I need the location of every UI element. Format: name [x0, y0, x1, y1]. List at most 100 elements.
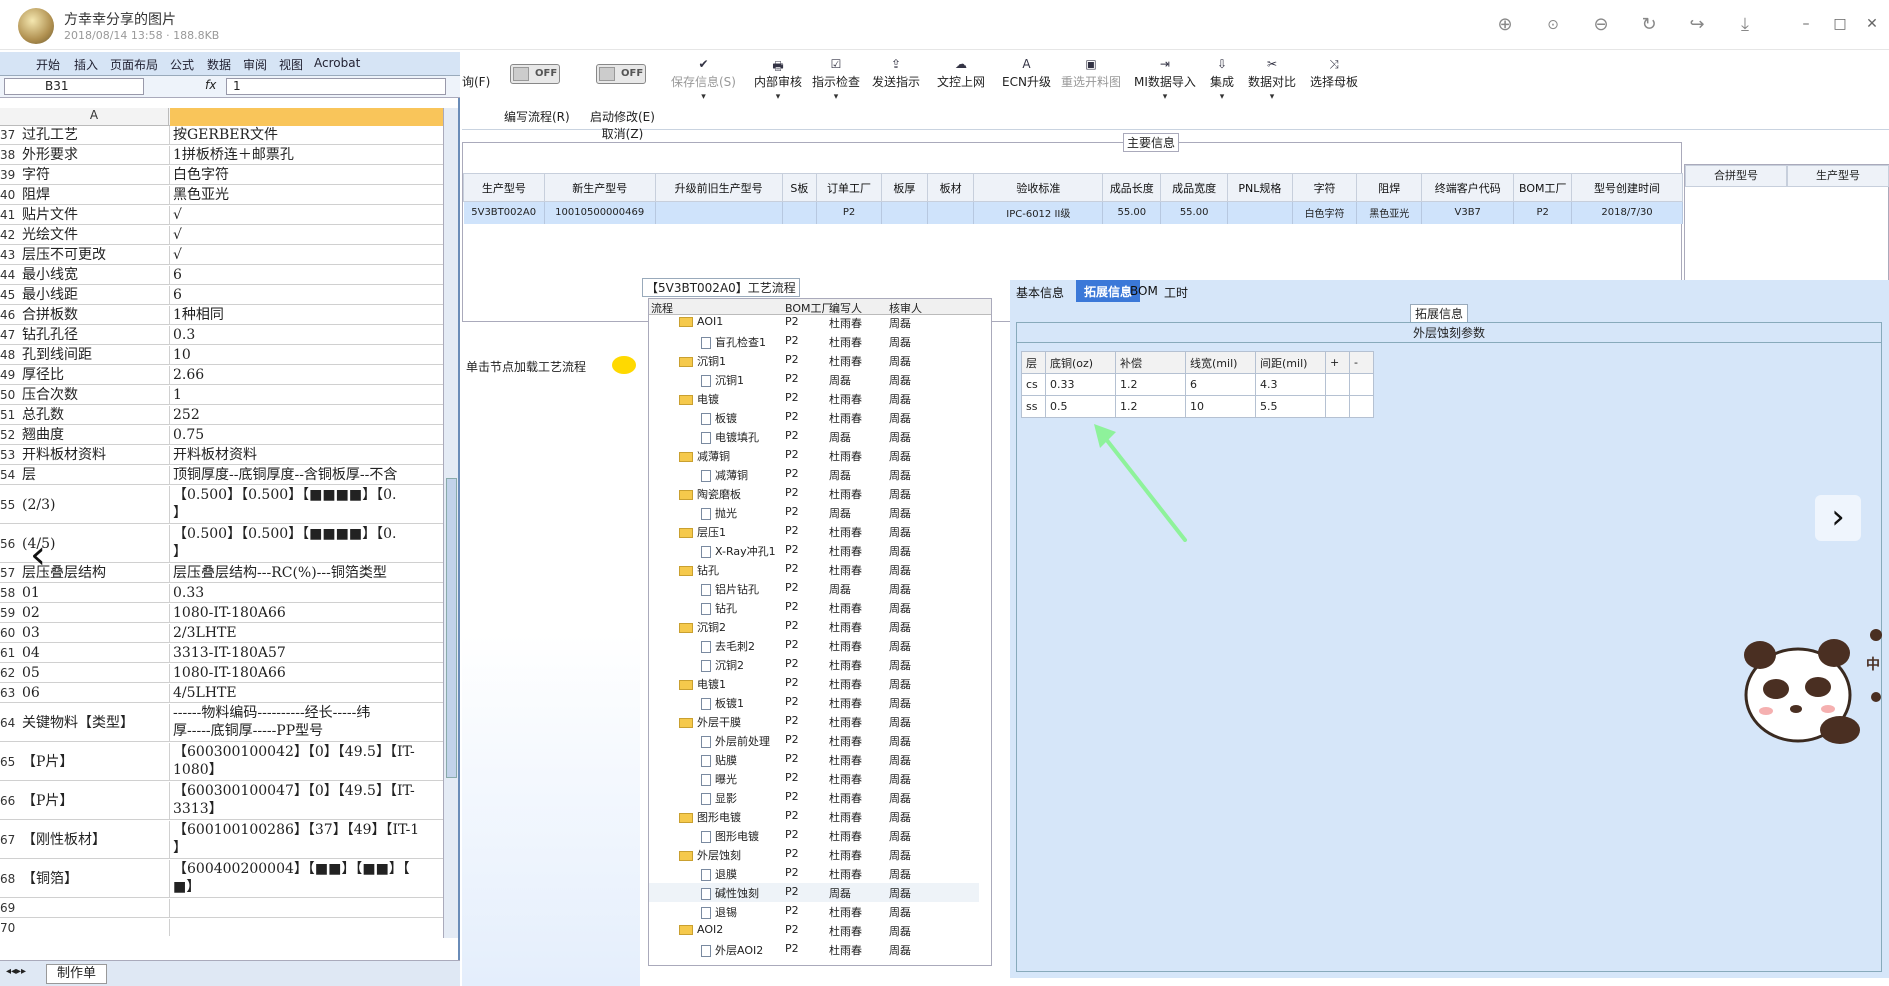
- column-header[interactable]: 板厚: [880, 173, 929, 202]
- list-item[interactable]: 层压1 P2 杜雨春 周磊: [649, 522, 979, 541]
- dropdown-icon[interactable]: ▾: [1134, 92, 1196, 102]
- table-cell[interactable]: 黑色亚光: [1356, 201, 1423, 224]
- toolbar-button-8[interactable]: A ECN升级: [1002, 57, 1051, 90]
- table-row[interactable]: 48 孔到线间距 10: [0, 346, 443, 365]
- vertical-scrollbar[interactable]: [443, 108, 458, 938]
- row-number[interactable]: 44: [0, 266, 20, 284]
- flow-node[interactable]: 盲孔检查1: [701, 334, 766, 350]
- cell-a[interactable]: 04: [20, 644, 170, 662]
- cell-a[interactable]: 开料板材资料: [20, 446, 170, 464]
- cell-a[interactable]: 【P片】: [20, 743, 170, 780]
- table-cell[interactable]: P2: [816, 201, 882, 224]
- flow-node[interactable]: 减薄铜: [679, 448, 730, 464]
- table-row[interactable]: 51 总孔数 252: [0, 406, 443, 425]
- row-number[interactable]: 48: [0, 346, 20, 364]
- list-item[interactable]: 贴膜 P2 杜雨春 周磊: [649, 750, 979, 769]
- row-number[interactable]: 50: [0, 386, 20, 404]
- cell-a[interactable]: 过孔工艺: [20, 126, 170, 144]
- table-row[interactable]: 58 01 0.33: [0, 584, 443, 603]
- toolbar-button-10[interactable]: ⇥ MI数据导入 ▾: [1134, 57, 1196, 102]
- table-cell[interactable]: 5.5: [1255, 395, 1326, 418]
- list-item[interactable]: 陶瓷磨板 P2 杜雨春 周磊: [649, 484, 979, 503]
- cell-b[interactable]: √: [171, 246, 443, 264]
- row-number[interactable]: 37: [0, 126, 20, 144]
- ribbon-tab-5[interactable]: 审阅: [243, 56, 267, 73]
- list-item[interactable]: AOI1 P2 杜雨春 周磊: [649, 313, 979, 332]
- list-item[interactable]: 电镀填孔 P2 周磊 周磊: [649, 427, 979, 446]
- table-row[interactable]: 59 02 1080-IT-180A66: [0, 604, 443, 623]
- table-row[interactable]: 57 层压叠层结构 层压叠层结构---RC(%)---铜箔类型: [0, 564, 443, 583]
- side-column-header[interactable]: 生产型号: [1787, 165, 1889, 187]
- cell-b[interactable]: 3313-IT-180A57: [171, 644, 443, 662]
- flow-node[interactable]: 减薄铜: [701, 467, 748, 483]
- cell-a[interactable]: 翘曲度: [20, 426, 170, 444]
- row-number[interactable]: 70: [0, 919, 20, 936]
- cell-b[interactable]: 4/5LHTE: [171, 684, 443, 702]
- flow-node[interactable]: 板镀: [701, 410, 737, 426]
- cell-a[interactable]: [20, 919, 170, 936]
- list-item[interactable]: 外层前处理 P2 杜雨春 周磊: [649, 731, 979, 750]
- cell-b[interactable]: 6: [171, 286, 443, 304]
- flow-node[interactable]: X-Ray冲孔1: [701, 543, 776, 559]
- row-number[interactable]: 66: [0, 782, 20, 819]
- table-row[interactable]: 40 阻焊 黑色亚光: [0, 186, 443, 205]
- cell-b[interactable]: 开料板材资料: [171, 446, 443, 464]
- fx-icon[interactable]: fx: [205, 78, 216, 92]
- column-header[interactable]: 板材: [927, 173, 975, 202]
- column-header[interactable]: 成品长度: [1102, 173, 1162, 202]
- cell-a[interactable]: 02: [20, 604, 170, 622]
- row-number[interactable]: 62: [0, 664, 20, 682]
- row-number[interactable]: 38: [0, 146, 20, 164]
- maximize-icon[interactable]: □: [1830, 14, 1850, 34]
- list-item[interactable]: 退锡 P2 杜雨春 周磊: [649, 902, 979, 921]
- table-cell[interactable]: 1.2: [1115, 373, 1186, 396]
- ribbon-tab-0[interactable]: 开始: [36, 56, 60, 73]
- row-number[interactable]: 61: [0, 644, 20, 662]
- list-item[interactable]: 外层干膜 P2 杜雨春 周磊: [649, 712, 979, 731]
- row-number[interactable]: 43: [0, 246, 20, 264]
- flow-node[interactable]: 退膜: [701, 866, 737, 882]
- zoom-out-icon[interactable]: ⊖: [1590, 14, 1612, 36]
- list-item[interactable]: 电镀1 P2 杜雨春 周磊: [649, 674, 979, 693]
- flow-node[interactable]: 外层前处理: [701, 733, 770, 749]
- cell-b[interactable]: 【600400200004】【■■】【■■】【 ■】: [171, 860, 443, 897]
- cell-b[interactable]: 1种相同: [171, 306, 443, 324]
- column-header[interactable]: 层: [1021, 351, 1046, 374]
- flow-node[interactable]: 退锡: [701, 904, 737, 920]
- table-row[interactable]: 43 层压不可更改 √: [0, 246, 443, 265]
- flow-node[interactable]: 抛光: [701, 505, 737, 521]
- flow-node[interactable]: 钻孔: [701, 600, 737, 616]
- flow-node[interactable]: 沉铜1: [701, 372, 744, 388]
- table-row[interactable]: 39 字符 白色字符: [0, 166, 443, 185]
- toolbar-button-3[interactable]: ✔ 保存信息(S) ▾: [671, 57, 736, 102]
- cell-b[interactable]: √: [171, 226, 443, 244]
- table-cell[interactable]: [1325, 373, 1350, 396]
- toolbar-button-12[interactable]: ✂ 数据对比 ▾: [1248, 57, 1296, 102]
- table-row[interactable]: 64 关键物料【类型】 ------物料编码----------经长-----纬 厚…: [0, 704, 443, 742]
- list-item[interactable]: 板镀 P2 杜雨春 周磊: [649, 408, 979, 427]
- table-row[interactable]: 54 层顶铜厚度--底铜厚度--含铜板厚--不含: [0, 466, 443, 485]
- column-header[interactable]: 间距(mil): [1255, 351, 1326, 374]
- cell-a[interactable]: 贴片文件: [20, 206, 170, 224]
- table-cell[interactable]: 0.33: [1045, 373, 1116, 396]
- toolbar-button-11[interactable]: ⇩ 集成 ▾: [1210, 57, 1234, 102]
- list-item[interactable]: 外层蚀刻 P2 杜雨春 周磊: [649, 845, 979, 864]
- cell-b[interactable]: 白色字符: [171, 166, 443, 184]
- toolbar-button-1[interactable]: 编写流程(R): [504, 92, 570, 125]
- cell-a[interactable]: 光绘文件: [20, 226, 170, 244]
- tab-2[interactable]: BOM: [1130, 284, 1158, 298]
- column-header[interactable]: 新生产型号: [543, 173, 656, 202]
- table-row[interactable]: 42 光绘文件 √: [0, 226, 443, 245]
- cell-a[interactable]: 钻孔孔径: [20, 326, 170, 344]
- row-number[interactable]: 51: [0, 406, 20, 424]
- list-item[interactable]: 钻孔 P2 杜雨春 周磊: [649, 560, 979, 579]
- column-header[interactable]: 底铜(oz): [1045, 351, 1116, 374]
- table-row[interactable]: 62 05 1080-IT-180A66: [0, 664, 443, 683]
- toolbar-button-13[interactable]: ⤨ 选择母板: [1310, 57, 1358, 90]
- list-item[interactable]: 盲孔检查1 P2 杜雨春 周磊: [649, 332, 979, 351]
- column-header[interactable]: 阻焊: [1356, 173, 1423, 202]
- toolbar-button-4[interactable]: 🖶 内部审核 ▾: [754, 57, 802, 102]
- row-number[interactable]: 55: [0, 486, 20, 523]
- cell-b[interactable]: [171, 919, 443, 936]
- cell-a[interactable]: 03: [20, 624, 170, 642]
